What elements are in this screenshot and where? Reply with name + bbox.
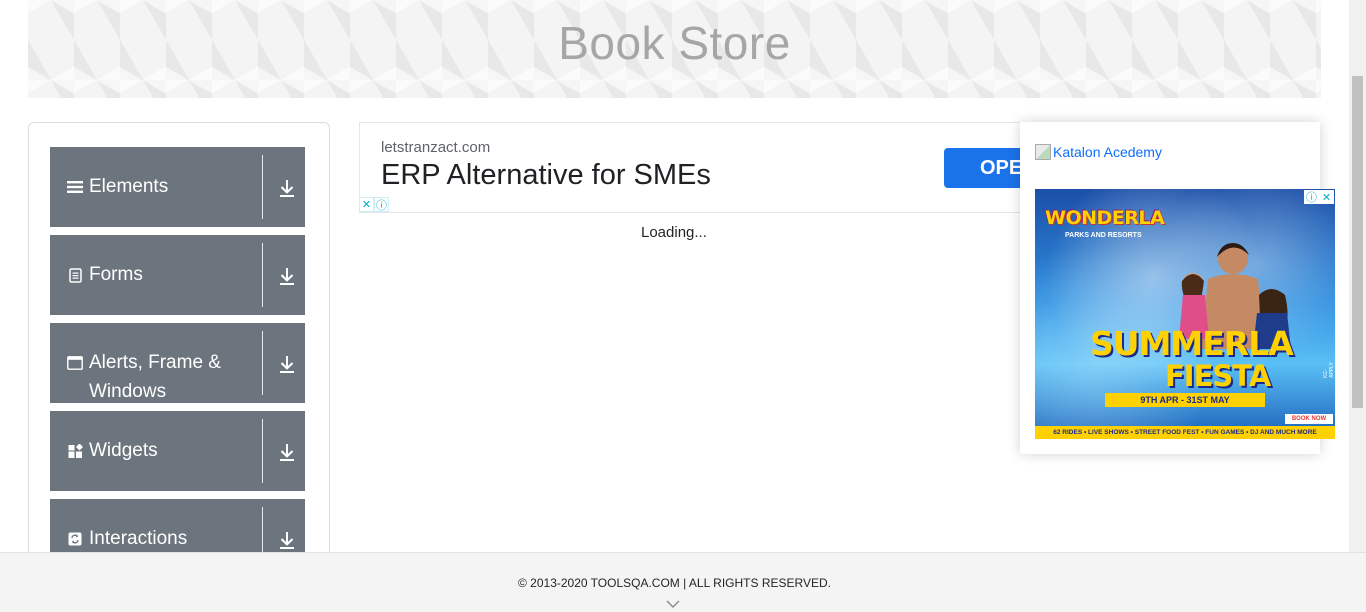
ad-features-strip: 62 RIDES • LIVE SHOWS • STREET FOOD FEST… [1035, 426, 1335, 439]
ad-dates: 9TH APR - 31ST MAY [1105, 393, 1265, 407]
page-header: Book Store [28, 0, 1321, 98]
group-elements[interactable]: Elements [50, 147, 305, 227]
document-icon [66, 266, 84, 284]
vertical-scrollbar[interactable] [1349, 0, 1366, 552]
download-arrow-icon[interactable] [278, 265, 296, 287]
ad-domain[interactable]: letstranzact.com [381, 139, 490, 156]
left-panel: Elements Forms Alerts, Frame & Windows W… [28, 122, 330, 584]
ad-choices[interactable]: ✕ ⓘ [359, 197, 390, 212]
side-ad-panel: Katalon Acedemy WONDERLA PARKS AND RESOR… [1020, 122, 1335, 454]
group-label: Interactions [89, 528, 188, 549]
ad-open-button[interactable]: OPE [944, 148, 1030, 188]
ad-licence: KC-APPLY [1322, 362, 1335, 378]
divider [262, 243, 263, 307]
group-forms[interactable]: Forms [50, 235, 305, 315]
close-icon[interactable]: ✕ [359, 197, 374, 212]
side-ad-choices[interactable]: ⓘ ✕ [1304, 190, 1334, 204]
divider [262, 155, 263, 219]
divider [262, 419, 263, 483]
ad-title-line2: FIESTA [1165, 359, 1271, 393]
katalon-ad-link[interactable]: Katalon Acedemy [1035, 144, 1162, 160]
close-icon[interactable]: ✕ [1319, 190, 1334, 204]
book-now-button[interactable]: BOOK NOW [1285, 414, 1333, 424]
copyright-text: © 2013-2020 TOOLSQA.COM | ALL RIGHTS RES… [518, 576, 831, 590]
ad-title-line1: SUMMERLA [1090, 324, 1294, 363]
download-arrow-icon[interactable] [278, 353, 296, 375]
info-icon[interactable]: ⓘ [374, 197, 389, 212]
chevron-down-icon[interactable] [666, 599, 680, 609]
group-widgets[interactable]: Widgets [50, 411, 305, 491]
wonderla-logo: WONDERLA [1045, 207, 1165, 229]
download-arrow-icon[interactable] [278, 441, 296, 463]
info-icon[interactable]: ⓘ [1304, 190, 1319, 204]
loading-text: Loading... [641, 224, 707, 241]
group-label: Widgets [89, 440, 158, 461]
window-icon [66, 354, 84, 372]
katalon-alt-text[interactable]: Katalon Acedemy [1053, 144, 1162, 160]
page-title: Book Store [558, 17, 791, 69]
footer: © 2013-2020 TOOLSQA.COM | ALL RIGHTS RES… [0, 552, 1366, 612]
scrollbar-thumb[interactable] [1352, 76, 1363, 408]
wonderla-ad-banner[interactable]: WONDERLA PARKS AND RESORTS SUMMERLA FIES… [1035, 189, 1335, 439]
group-label: Elements [89, 176, 169, 197]
ad-headline[interactable]: ERP Alternative for SMEs [381, 159, 711, 192]
wonderla-logo-sub: PARKS AND RESORTS [1065, 232, 1142, 239]
download-arrow-icon[interactable] [278, 177, 296, 199]
hamburger-menu-icon [66, 178, 84, 196]
top-ad-banner[interactable]: letstranzact.com ERP Alternative for SME… [359, 122, 1030, 213]
group-alerts-frame-windows[interactable]: Alerts, Frame & Windows [50, 323, 305, 403]
interactions-icon [66, 530, 84, 548]
divider [262, 331, 263, 395]
group-label: Alerts, Frame & Windows [89, 352, 221, 402]
broken-image-icon [1035, 144, 1051, 160]
group-label: Forms [89, 264, 143, 285]
download-arrow-icon[interactable] [278, 529, 296, 551]
widgets-icon [66, 442, 84, 460]
